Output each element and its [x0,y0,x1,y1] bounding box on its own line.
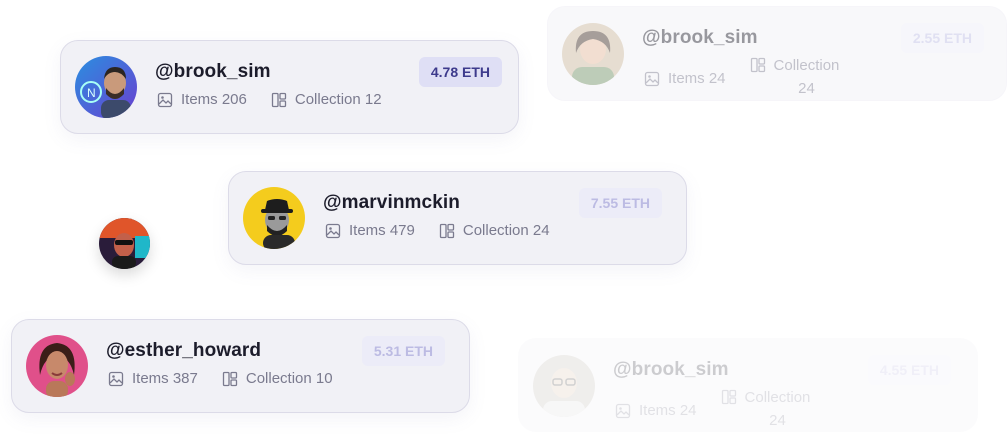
collection-stat: Collection 12 [271,91,382,108]
items-count: Items 206 [181,91,247,108]
collection-count: Collection 12 [294,91,382,108]
image-icon [157,92,173,107]
items-stat: Items 24 [615,402,697,419]
price-badge: 4.78 ETH [418,57,502,87]
items-count: Items 479 [349,222,415,239]
items-count: Items 24 [668,70,726,87]
man-neon-glasses-avatar [99,218,150,269]
user-handle: @marvinmckin [323,192,460,213]
collection-icon [721,389,736,405]
user-handle: @esther_howard [106,340,262,361]
image-icon [108,371,124,386]
user-stats: Items 479 Collection 24 [325,222,550,239]
price-badge: 2.55 ETH [900,23,984,53]
man-glasses-avatar [533,355,595,417]
collection-icon [439,223,455,238]
user-stats: Items 24 Collection 24 [644,57,839,100]
collection-count: 24 [769,412,786,429]
man-neon-avatar: N [75,56,137,118]
user-card-brook[interactable]: N @brook_sim Items 206 Collection 12 4.7… [60,40,519,134]
user-handle: @brook_sim [613,359,729,380]
collection-count: 24 [798,80,815,97]
price-badge: 5.31 ETH [361,336,445,366]
price-badge: 4.55 ETH [867,355,951,385]
man-hat-avatar [243,187,305,249]
collection-icon [271,92,287,107]
items-stat: Items 479 [325,222,415,239]
items-stat: Items 206 [157,91,247,108]
price-badge: 7.55 ETH [578,188,662,218]
items-count: Items 387 [132,370,198,387]
user-stats: Items 387 Collection 10 [108,370,333,387]
user-stats: Items 24 Collection 24 [615,389,810,432]
user-handle: @brook_sim [642,27,758,48]
collection-icon [222,371,238,386]
woman-avatar [562,23,624,85]
items-stat: Items 387 [108,370,198,387]
collection-stat: Collection 24 [721,389,811,432]
user-card-brook-faded[interactable]: @brook_sim Items 24 Collection 24 2.55 E… [547,6,1007,101]
items-stat: Items 24 [644,70,726,87]
collection-label: Collection [773,57,840,74]
collection-stat: Collection 24 [439,222,550,239]
user-handle: @brook_sim [155,61,271,82]
collection-count: Collection 24 [462,222,550,239]
user-card-marvin[interactable]: @marvinmckin Items 479 Collection 24 7.5… [228,171,687,265]
svg-text:N: N [87,86,96,100]
user-card-brook-ghost[interactable]: @brook_sim Items 24 Collection 24 4.55 E… [518,338,978,432]
collection-stat: Collection 24 [750,57,840,100]
user-card-esther[interactable]: @esther_howard Items 387 Collection 10 5… [11,319,470,413]
collection-stat: Collection 10 [222,370,333,387]
image-icon [615,403,631,418]
woman-pink-avatar [26,335,88,397]
image-icon [644,71,660,86]
items-count: Items 24 [639,402,697,419]
user-stats: Items 206 Collection 12 [157,91,382,108]
collection-count: Collection 10 [245,370,333,387]
image-icon [325,223,341,238]
collection-label: Collection [744,389,811,406]
collection-icon [750,57,765,73]
